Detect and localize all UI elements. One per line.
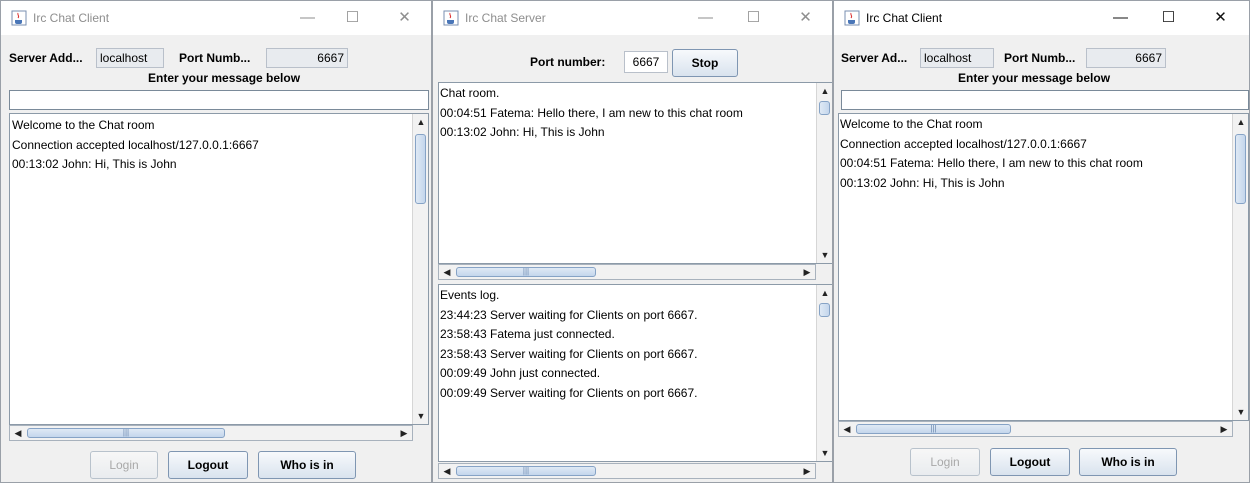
text-line: 00:13:02 John: Hi, This is John: [840, 175, 1005, 190]
chat-lines: Welcome to the Chat room Connection accep…: [839, 114, 1248, 194]
scroll-left-icon[interactable]: ◀: [839, 422, 855, 436]
text-line: Chat room.: [440, 86, 500, 100]
chat-room-lines: Chat room. 00:04:51 Fatema: Hello there, …: [439, 83, 832, 144]
scroll-down-icon[interactable]: ▼: [1233, 404, 1248, 420]
server-address-field[interactable]: localhost: [96, 48, 164, 68]
port-number-label: Port Numb...: [1004, 51, 1076, 65]
right-client-titlebar[interactable]: Irc Chat Client — ☐ ✕: [834, 1, 1249, 35]
server-address-label: Server Ad...: [841, 51, 908, 65]
port-number-field[interactable]: 6667: [1086, 48, 1166, 68]
scroll-up-icon[interactable]: ▲: [1233, 114, 1248, 130]
scroll-down-icon[interactable]: ▼: [817, 247, 832, 263]
scroll-down-icon[interactable]: ▼: [817, 445, 832, 461]
text-line: Welcome to the Chat room: [12, 118, 155, 132]
message-prompt: Enter your message below: [958, 71, 1111, 85]
minimize-button[interactable]: —: [1098, 5, 1143, 31]
server-address-field[interactable]: localhost: [920, 48, 994, 68]
port-number-field[interactable]: 6667: [266, 48, 348, 68]
scroll-right-icon[interactable]: ▶: [396, 426, 412, 440]
close-button[interactable]: ✕: [382, 5, 427, 31]
text-line: 00:13:02 John: Hi, This is John: [12, 157, 177, 171]
window-title: Irc Chat Client: [33, 11, 110, 25]
chat-room-display: Chat room. 00:04:51 Fatema: Hello there, …: [438, 82, 832, 264]
window-title: Irc Chat Server: [465, 11, 546, 25]
maximize-button[interactable]: ☐: [731, 5, 776, 31]
horizontal-scrollbar[interactable]: ◀ ||| ▶: [838, 421, 1233, 437]
scroll-left-icon[interactable]: ◀: [439, 265, 455, 279]
scroll-thumb[interactable]: [819, 101, 830, 115]
vertical-scrollbar[interactable]: ▲ ▼: [816, 83, 832, 263]
text-line: Connection accepted localhost/127.0.0.1:…: [840, 136, 1087, 151]
right-client-window: Irc Chat Client — ☐ ✕ Server Ad... local…: [833, 0, 1250, 483]
scroll-left-icon[interactable]: ◀: [439, 464, 455, 478]
scroll-thumb-horizontal[interactable]: |||: [456, 267, 596, 277]
minimize-button[interactable]: —: [285, 5, 330, 31]
scroll-thumb-horizontal[interactable]: |||: [456, 466, 596, 476]
text-line: 00:13:02 John: Hi, This is John: [440, 125, 605, 139]
scroll-right-icon[interactable]: ▶: [799, 265, 815, 279]
java-cup-icon: [844, 10, 860, 26]
vertical-scrollbar[interactable]: ▲ ▼: [1232, 114, 1248, 420]
scroll-up-icon[interactable]: ▲: [413, 114, 428, 130]
logout-button[interactable]: Logout: [168, 451, 248, 479]
java-cup-icon: [11, 10, 27, 26]
scroll-right-icon[interactable]: ▶: [1216, 422, 1232, 436]
minimize-button[interactable]: —: [683, 5, 728, 31]
scroll-thumb[interactable]: [1235, 134, 1246, 204]
scroll-thumb[interactable]: [819, 303, 830, 317]
port-number-label: Port Numb...: [179, 51, 251, 65]
left-client-titlebar[interactable]: Irc Chat Client — ☐ ✕: [1, 1, 431, 35]
text-line: 23:58:43 Fatema just connected.: [440, 327, 615, 341]
vertical-scrollbar[interactable]: ▲ ▼: [816, 285, 832, 461]
chat-display: Welcome to the Chat room Connection accep…: [9, 113, 429, 425]
server-window: Irc Chat Server — ☐ ✕ Port number: 6667 …: [432, 0, 833, 483]
text-line: 00:04:51 Fatema: Hello there, I am new t…: [440, 105, 743, 120]
stop-button[interactable]: Stop: [672, 49, 738, 77]
chat-display: Welcome to the Chat room Connection accep…: [838, 113, 1249, 421]
close-button[interactable]: ✕: [1198, 5, 1243, 31]
text-line: Events log.: [440, 288, 500, 302]
horizontal-scrollbar[interactable]: ◀ ||| ▶: [9, 425, 413, 441]
text-line: 23:44:23 Server waiting for Clients on p…: [440, 307, 698, 322]
message-input[interactable]: [841, 90, 1249, 110]
server-address-label: Server Add...: [9, 51, 83, 65]
logout-button[interactable]: Logout: [990, 448, 1070, 476]
login-button[interactable]: Login: [910, 448, 980, 476]
close-button[interactable]: ✕: [783, 5, 828, 31]
scroll-thumb-horizontal[interactable]: |||: [856, 424, 1011, 434]
message-input[interactable]: [9, 90, 429, 110]
scroll-down-icon[interactable]: ▼: [413, 408, 428, 424]
scroll-up-icon[interactable]: ▲: [817, 83, 832, 99]
horizontal-scrollbar[interactable]: ◀ ||| ▶: [438, 264, 816, 280]
port-number-label: Port number:: [530, 55, 606, 69]
left-client-window: Irc Chat Client — ☐ ✕ Server Add... loca…: [0, 0, 432, 483]
events-log-display: Events log. 23:44:23 Server waiting for C…: [438, 284, 832, 462]
who-is-in-button[interactable]: Who is in: [258, 451, 356, 479]
text-line: 00:04:51 Fatema: Hello there, I am new t…: [840, 156, 1143, 170]
scroll-left-icon[interactable]: ◀: [10, 426, 26, 440]
scroll-right-icon[interactable]: ▶: [799, 464, 815, 478]
text-line: 00:09:49 John just connected.: [440, 366, 601, 380]
maximize-button[interactable]: ☐: [1146, 5, 1191, 31]
text-line: Connection accepted localhost/127.0.0.1:…: [12, 137, 259, 152]
port-number-field[interactable]: 6667: [624, 51, 668, 73]
maximize-button[interactable]: ☐: [330, 5, 375, 31]
events-log-lines: Events log. 23:44:23 Server waiting for C…: [439, 285, 832, 404]
scroll-thumb[interactable]: [415, 134, 426, 204]
text-line: 23:58:43 Server waiting for Clients on p…: [440, 346, 698, 361]
who-is-in-button[interactable]: Who is in: [1079, 448, 1177, 476]
text-line: 00:09:49 Server waiting for Clients on p…: [440, 385, 698, 400]
message-prompt: Enter your message below: [148, 71, 301, 85]
window-title: Irc Chat Client: [866, 11, 943, 25]
chat-lines: Welcome to the Chat room Connection accep…: [10, 114, 428, 177]
java-cup-icon: [443, 10, 459, 26]
server-titlebar[interactable]: Irc Chat Server — ☐ ✕: [433, 1, 832, 35]
text-line: Welcome to the Chat room: [840, 117, 983, 131]
vertical-scrollbar[interactable]: ▲ ▼: [412, 114, 428, 424]
scroll-thumb-horizontal[interactable]: |||: [27, 428, 225, 438]
scroll-up-icon[interactable]: ▲: [817, 285, 832, 301]
login-button[interactable]: Login: [90, 451, 158, 479]
horizontal-scrollbar[interactable]: ◀ ||| ▶: [438, 463, 816, 479]
